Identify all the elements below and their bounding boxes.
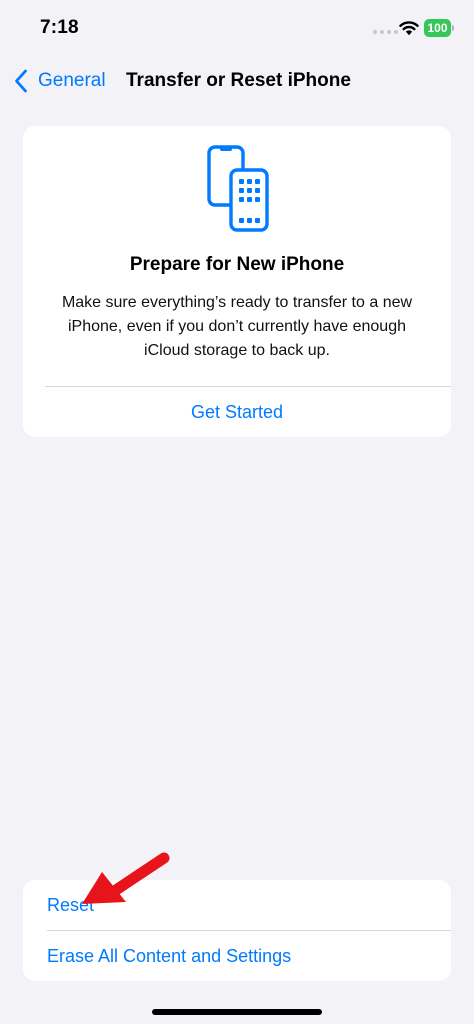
status-bar: 7:18 100 <box>0 0 474 56</box>
two-phones-icon <box>207 145 269 232</box>
card-title: Prepare for New iPhone <box>129 254 345 275</box>
reset-options-list: Reset Erase All Content and Settings <box>23 880 451 981</box>
page-title: Transfer or Reset iPhone <box>126 70 351 91</box>
navigation-bar: General Transfer or Reset iPhone <box>0 56 474 104</box>
erase-all-content-button[interactable]: Erase All Content and Settings <box>23 931 451 981</box>
home-indicator[interactable] <box>152 1009 322 1015</box>
prepare-for-new-iphone-card: Prepare for New iPhone Make sure everyth… <box>23 126 451 437</box>
battery-level: 100 <box>424 19 451 37</box>
battery-icon: 100 <box>424 19 454 37</box>
status-time: 7:18 <box>40 17 79 38</box>
back-button-label: General <box>38 70 106 91</box>
wifi-icon <box>399 21 419 36</box>
chevron-left-icon <box>15 69 27 93</box>
get-started-button[interactable]: Get Started <box>23 387 451 437</box>
cellular-signal-icon <box>373 30 398 34</box>
reset-button[interactable]: Reset <box>23 880 451 930</box>
card-description: Make sure everything’s ready to transfer… <box>61 294 413 359</box>
back-button[interactable]: General <box>14 67 106 95</box>
